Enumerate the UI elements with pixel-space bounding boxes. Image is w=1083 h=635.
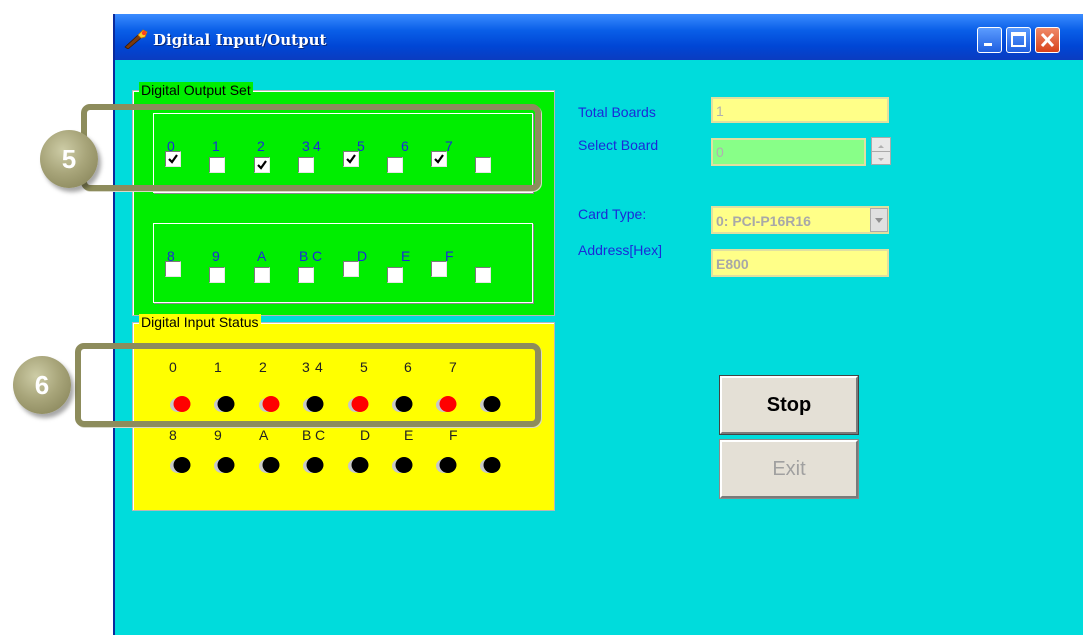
input-led-e xyxy=(435,456,457,474)
input-led-9 xyxy=(213,456,235,474)
title-bar[interactable]: Digital Input/Output xyxy=(115,14,1083,60)
card-type-dropdown-button[interactable] xyxy=(870,208,888,232)
in-label-c: C xyxy=(315,427,326,443)
total-boards-label: Total Boards xyxy=(578,104,656,120)
total-boards-field[interactable]: 1 xyxy=(711,97,889,123)
maximize-button[interactable] xyxy=(1006,27,1031,53)
output-checkbox-c[interactable] xyxy=(343,261,359,277)
stop-button[interactable]: Stop xyxy=(720,376,858,434)
card-type-value: 0: PCI-P16R16 xyxy=(716,213,811,229)
callout-badge-6: 6 xyxy=(13,356,71,414)
callout-frame-5 xyxy=(81,104,541,191)
minimize-button[interactable] xyxy=(977,27,1002,53)
output-checkbox-a[interactable] xyxy=(254,267,270,283)
in-label-b: B xyxy=(302,427,312,443)
out-label-c: C xyxy=(312,248,323,264)
input-led-c xyxy=(347,456,369,474)
address-label: Address[Hex] xyxy=(578,242,663,258)
input-led-a xyxy=(258,456,280,474)
select-board-label: Select Board xyxy=(578,137,659,153)
output-checkbox-f[interactable] xyxy=(475,267,491,283)
exit-button[interactable]: Exit xyxy=(720,440,858,498)
output-checkbox-8[interactable] xyxy=(165,261,181,277)
out-label-b: B xyxy=(299,248,309,264)
minimize-icon xyxy=(984,43,992,46)
callout-frame-6 xyxy=(75,343,541,427)
input-led-8 xyxy=(169,456,191,474)
card-type-combobox[interactable]: 0: PCI-P16R16 xyxy=(711,206,889,234)
window-title: Digital Input/Output xyxy=(153,31,327,49)
spin-down-button[interactable] xyxy=(872,151,890,164)
input-led-b xyxy=(302,456,324,474)
chevron-down-icon xyxy=(875,218,883,223)
in-label-e: E xyxy=(404,427,414,443)
select-board-spinner[interactable] xyxy=(871,137,891,165)
select-board-field[interactable]: 0 xyxy=(711,138,866,166)
input-led-f xyxy=(479,456,501,474)
close-icon xyxy=(1040,32,1055,48)
in-label-f: F xyxy=(449,427,458,443)
in-label-9: 9 xyxy=(214,427,222,443)
out-label-a: A xyxy=(257,248,267,264)
out-label-9: 9 xyxy=(212,248,220,264)
output-checkbox-9[interactable] xyxy=(209,267,225,283)
output-checkbox-b[interactable] xyxy=(298,267,314,283)
output-checkbox-e[interactable] xyxy=(431,261,447,277)
digital-output-legend: Digital Output Set xyxy=(139,82,253,98)
arrow-down-icon xyxy=(878,158,884,161)
close-button[interactable] xyxy=(1035,27,1060,53)
digital-input-legend: Digital Input Status xyxy=(139,314,261,330)
torch-icon xyxy=(124,29,148,49)
spin-up-button[interactable] xyxy=(872,138,890,152)
maximize-icon xyxy=(1011,32,1026,47)
in-label-a: A xyxy=(259,427,269,443)
input-led-d xyxy=(391,456,413,474)
in-label-8: 8 xyxy=(169,427,177,443)
out-label-e: E xyxy=(401,248,411,264)
callout-badge-5: 5 xyxy=(40,130,98,188)
address-field[interactable]: E800 xyxy=(711,249,889,277)
card-type-label: Card Type: xyxy=(578,206,647,222)
output-checkbox-d[interactable] xyxy=(387,267,403,283)
in-label-d: D xyxy=(360,427,371,443)
